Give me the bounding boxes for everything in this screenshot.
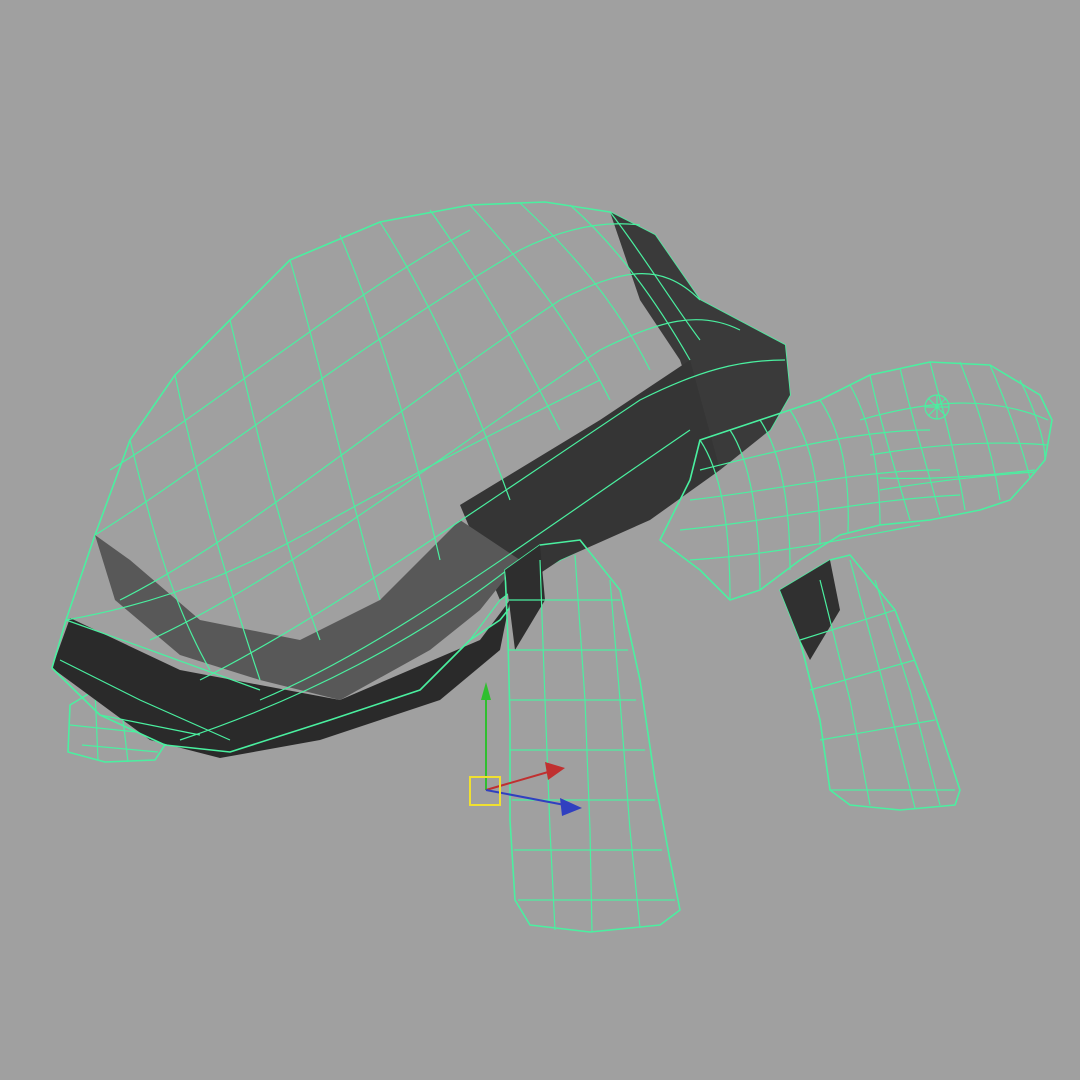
tortoise-mesh[interactable]: [0, 0, 1080, 1080]
y-axis-arrow-icon[interactable]: [481, 682, 491, 700]
x-axis-handle[interactable]: [485, 769, 556, 791]
front-left-leg[interactable]: [504, 539, 681, 933]
shell[interactable]: [51, 201, 791, 758]
move-manipulator[interactable]: [469, 682, 582, 816]
3d-viewport[interactable]: [0, 0, 1080, 1080]
z-axis-arrow-icon[interactable]: [560, 798, 582, 816]
front-right-leg[interactable]: [779, 554, 961, 811]
z-axis-handle[interactable]: [485, 789, 571, 807]
x-axis-arrow-icon[interactable]: [545, 762, 565, 780]
